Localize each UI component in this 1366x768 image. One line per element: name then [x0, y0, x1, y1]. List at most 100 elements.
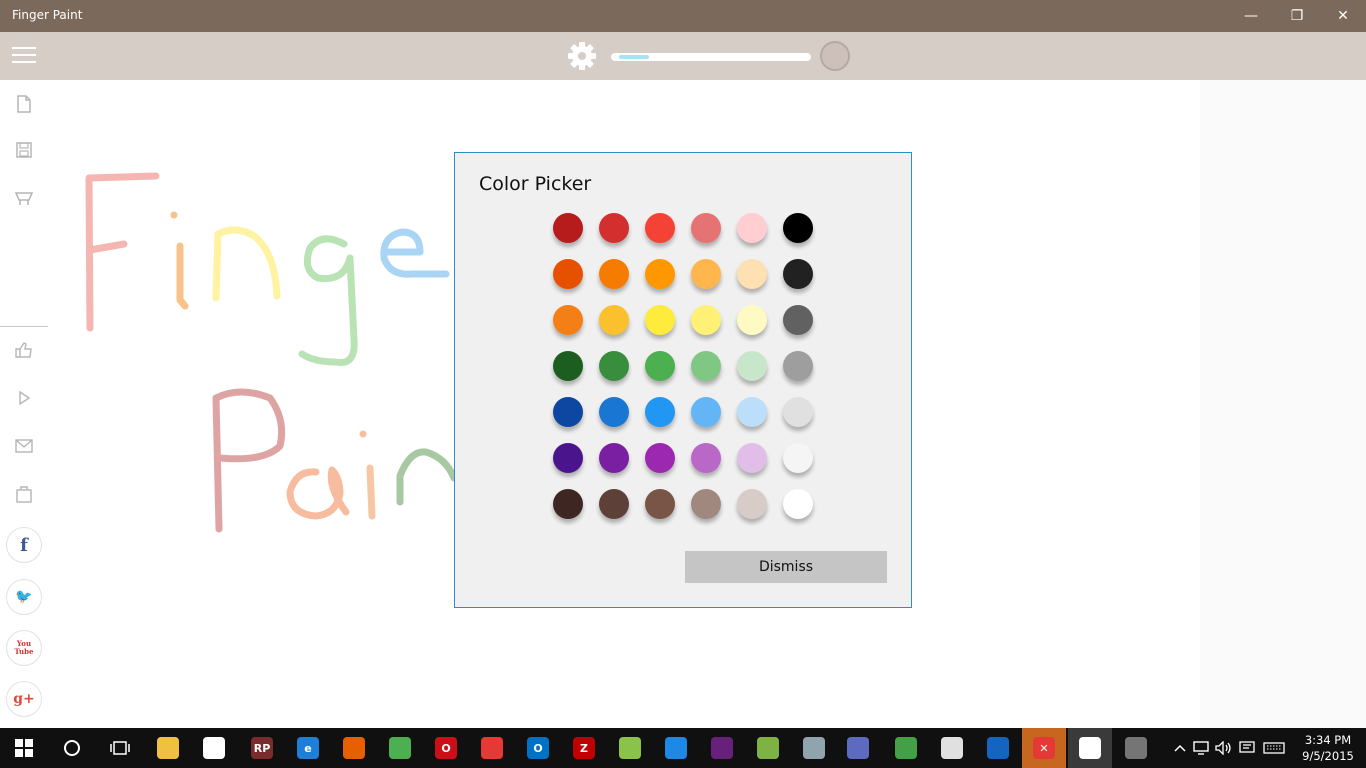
- color-swatch[interactable]: [553, 397, 583, 427]
- vscode-icon[interactable]: [662, 734, 690, 762]
- color-swatch[interactable]: [645, 443, 675, 473]
- youtube-icon[interactable]: You Tube: [6, 630, 42, 666]
- network-tool-glyph: [987, 737, 1009, 759]
- color-swatch[interactable]: [599, 397, 629, 427]
- color-swatch[interactable]: [691, 259, 721, 289]
- color-swatch[interactable]: [691, 305, 721, 335]
- twitter-icon[interactable]: 🐦: [6, 579, 42, 615]
- color-swatch[interactable]: [645, 489, 675, 519]
- color-swatch[interactable]: [737, 213, 767, 243]
- settings-gear-icon[interactable]: [566, 40, 598, 72]
- new-file-icon[interactable]: [12, 92, 36, 116]
- x-app-glyph: ✕: [1033, 737, 1055, 759]
- google-plus-icon[interactable]: g+: [6, 681, 42, 717]
- color-swatch[interactable]: [691, 213, 721, 243]
- visual-studio-icon[interactable]: [708, 734, 736, 762]
- taskbar-clock[interactable]: 3:34 PM 9/5/2015: [1296, 732, 1360, 764]
- color-swatch[interactable]: [599, 213, 629, 243]
- chrome-icon[interactable]: [386, 734, 414, 762]
- color-swatch[interactable]: [553, 443, 583, 473]
- firefox-icon[interactable]: [340, 734, 368, 762]
- minimize-button[interactable]: —: [1228, 0, 1274, 32]
- color-swatch[interactable]: [737, 489, 767, 519]
- color-swatch[interactable]: [783, 213, 813, 243]
- color-swatch[interactable]: [645, 213, 675, 243]
- firefox-glyph: [343, 737, 365, 759]
- file-explorer-icon[interactable]: [154, 734, 182, 762]
- x-app-icon[interactable]: ✕: [1030, 734, 1058, 762]
- color-swatch[interactable]: [553, 489, 583, 519]
- screen-tool-glyph: [847, 737, 869, 759]
- color-swatch[interactable]: [783, 351, 813, 381]
- brush-size-slider[interactable]: [611, 53, 811, 61]
- mail-icon[interactable]: [12, 434, 36, 458]
- color-swatch[interactable]: [599, 305, 629, 335]
- color-swatch[interactable]: [737, 305, 767, 335]
- android-tool-icon[interactable]: [754, 734, 782, 762]
- color-swatch[interactable]: [691, 351, 721, 381]
- edge-icon[interactable]: e: [294, 734, 322, 762]
- color-swatch[interactable]: [599, 489, 629, 519]
- finger-paint-icon[interactable]: [1076, 734, 1104, 762]
- action-center-icon[interactable]: [1233, 734, 1261, 762]
- store-icon[interactable]: [200, 734, 228, 762]
- store-bag-icon[interactable]: [12, 482, 36, 506]
- color-swatch[interactable]: [645, 305, 675, 335]
- start-button[interactable]: [10, 734, 38, 762]
- color-swatch[interactable]: [645, 351, 675, 381]
- color-swatch[interactable]: [553, 351, 583, 381]
- current-color-button[interactable]: [820, 41, 850, 71]
- save-icon[interactable]: [12, 138, 36, 162]
- color-swatch[interactable]: [553, 259, 583, 289]
- rp-chat-glyph: RP: [251, 737, 273, 759]
- task-view-icon[interactable]: [106, 734, 134, 762]
- rp-chat-icon[interactable]: RP: [248, 734, 276, 762]
- color-swatch[interactable]: [599, 351, 629, 381]
- snipping-tool-icon[interactable]: [938, 734, 966, 762]
- device-app-icon[interactable]: [1122, 734, 1150, 762]
- paint-app-icon[interactable]: [478, 734, 506, 762]
- keyboard-icon[interactable]: [1260, 734, 1288, 762]
- color-swatch[interactable]: [599, 259, 629, 289]
- dismiss-button[interactable]: Dismiss: [685, 551, 887, 583]
- notepad-plus-icon[interactable]: [616, 734, 644, 762]
- android-studio-icon[interactable]: [892, 734, 920, 762]
- app-window: Finger Paint — ❐ ✕ f 🐦 You Tube g+ Color…: [0, 0, 1366, 768]
- stroke-letter-a: [286, 466, 350, 520]
- play-icon[interactable]: [12, 386, 36, 410]
- color-swatch[interactable]: [737, 443, 767, 473]
- outlook-icon[interactable]: O: [524, 734, 552, 762]
- color-swatch[interactable]: [737, 351, 767, 381]
- color-swatch[interactable]: [737, 397, 767, 427]
- like-icon[interactable]: [12, 338, 36, 362]
- color-swatch[interactable]: [553, 213, 583, 243]
- color-swatch[interactable]: [691, 397, 721, 427]
- opera-icon[interactable]: O: [432, 734, 460, 762]
- store-glyph: [203, 737, 225, 759]
- color-swatch[interactable]: [783, 259, 813, 289]
- device-app-glyph: [1125, 737, 1147, 759]
- search-cortana-icon[interactable]: [58, 734, 86, 762]
- filezilla-icon[interactable]: Z: [570, 734, 598, 762]
- color-swatch[interactable]: [783, 443, 813, 473]
- network-tool-icon[interactable]: [984, 734, 1012, 762]
- color-swatch[interactable]: [553, 305, 583, 335]
- color-swatch[interactable]: [737, 259, 767, 289]
- color-swatch[interactable]: [691, 489, 721, 519]
- color-swatch[interactable]: [783, 397, 813, 427]
- clear-bucket-icon[interactable]: [12, 186, 36, 210]
- close-button[interactable]: ✕: [1320, 0, 1366, 32]
- color-swatch[interactable]: [599, 443, 629, 473]
- restore-button[interactable]: ❐: [1274, 0, 1320, 32]
- menu-icon[interactable]: [12, 47, 36, 65]
- color-swatch[interactable]: [645, 397, 675, 427]
- stroke-letter-i: [176, 242, 189, 310]
- color-swatch[interactable]: [783, 305, 813, 335]
- notepad-plus-glyph: [619, 737, 641, 759]
- facebook-icon[interactable]: f: [6, 527, 42, 563]
- ink-tool-icon[interactable]: [800, 734, 828, 762]
- color-swatch[interactable]: [783, 489, 813, 519]
- color-swatch[interactable]: [645, 259, 675, 289]
- color-swatch[interactable]: [691, 443, 721, 473]
- screen-tool-icon[interactable]: [844, 734, 872, 762]
